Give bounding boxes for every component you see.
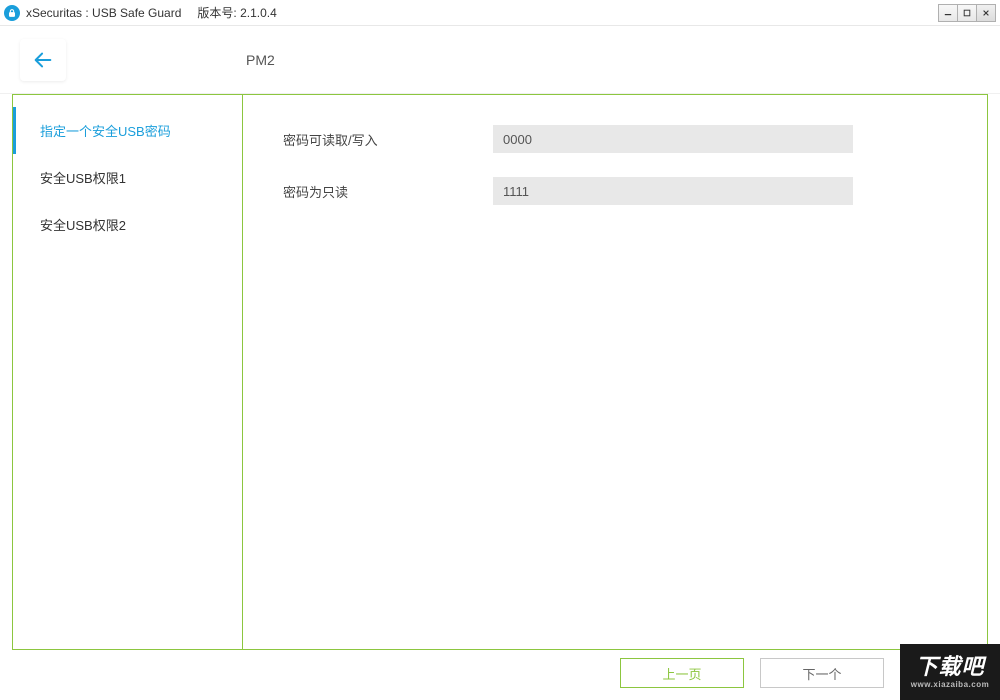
main-panel: 密码可读取/写入 密码为只读 bbox=[243, 95, 987, 649]
next-button[interactable]: 下一个 bbox=[760, 658, 884, 688]
version-label: 版本号: 2.1.0.4 bbox=[197, 4, 276, 21]
sidebar-item-label: 安全USB权限2 bbox=[40, 218, 126, 233]
form-row-readonly: 密码为只读 bbox=[283, 177, 947, 205]
minimize-button[interactable] bbox=[938, 4, 958, 22]
body-area: 指定一个安全USB密码 安全USB权限1 安全USB权限2 密码可读取/写入 密… bbox=[12, 94, 988, 650]
close-button[interactable] bbox=[976, 4, 996, 22]
watermark-url: www.xiazaiba.com bbox=[911, 680, 989, 689]
sidebar: 指定一个安全USB密码 安全USB权限1 安全USB权限2 bbox=[13, 95, 243, 649]
arrow-left-icon bbox=[32, 49, 54, 71]
sidebar-item-permission-2[interactable]: 安全USB权限2 bbox=[13, 201, 242, 248]
header-bar: PM2 bbox=[0, 26, 1000, 94]
titlebar: xSecuritas : USB Safe Guard 版本号: 2.1.0.4 bbox=[0, 0, 1000, 26]
page-title: PM2 bbox=[246, 52, 275, 68]
sidebar-item-set-password[interactable]: 指定一个安全USB密码 bbox=[13, 107, 242, 154]
maximize-button[interactable] bbox=[957, 4, 977, 22]
window-title: xSecuritas : USB Safe Guard bbox=[26, 6, 181, 20]
form-row-readwrite: 密码可读取/写入 bbox=[283, 125, 947, 153]
prev-button-label: 上一页 bbox=[662, 664, 701, 683]
footer-buttons: 上一页 下一个 bbox=[620, 658, 884, 688]
window-controls bbox=[939, 4, 996, 22]
input-password-ro[interactable] bbox=[493, 177, 853, 205]
label-password-ro: 密码为只读 bbox=[283, 182, 493, 201]
sidebar-item-permission-1[interactable]: 安全USB权限1 bbox=[13, 154, 242, 201]
sidebar-item-label: 指定一个安全USB密码 bbox=[40, 124, 171, 139]
next-button-label: 下一个 bbox=[802, 664, 841, 683]
back-button[interactable] bbox=[20, 39, 66, 81]
label-password-rw: 密码可读取/写入 bbox=[283, 130, 493, 149]
prev-button[interactable]: 上一页 bbox=[620, 658, 744, 688]
app-icon bbox=[4, 5, 20, 21]
sidebar-item-label: 安全USB权限1 bbox=[40, 171, 126, 186]
input-password-rw[interactable] bbox=[493, 125, 853, 153]
watermark-text: 下载吧 bbox=[915, 656, 984, 678]
watermark: 下载吧 www.xiazaiba.com bbox=[900, 644, 1000, 700]
